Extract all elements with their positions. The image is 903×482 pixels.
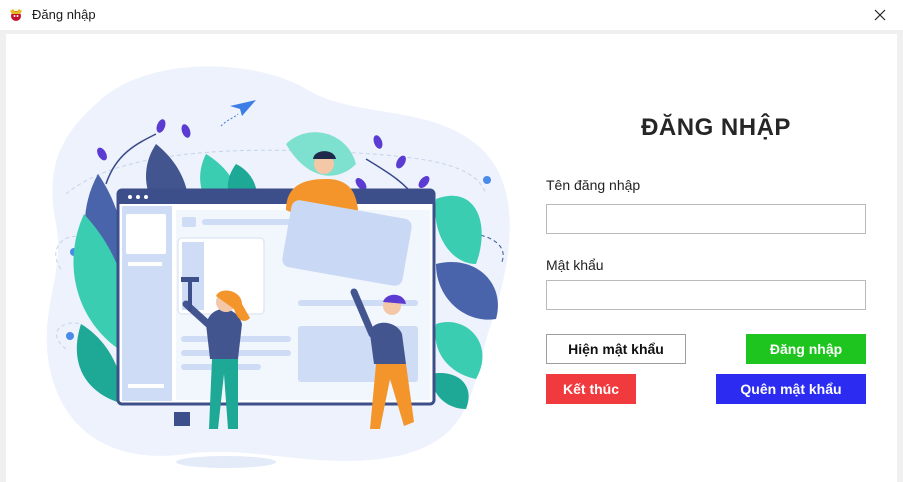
username-label: Tên đăng nhập bbox=[546, 177, 641, 193]
login-heading: ĐĂNG NHẬP bbox=[641, 114, 791, 141]
window-title: Đăng nhập bbox=[32, 7, 96, 22]
login-button[interactable]: Đăng nhập bbox=[746, 334, 866, 364]
username-input[interactable] bbox=[546, 204, 866, 234]
window-client-area: ĐĂNG NHẬP Tên đăng nhập Mật khẩu Hiện mậ… bbox=[6, 34, 897, 482]
forgot-password-button[interactable]: Quên mật khẩu bbox=[716, 374, 866, 404]
password-input[interactable] bbox=[546, 280, 866, 310]
password-label: Mật khẩu bbox=[546, 257, 604, 273]
show-password-button[interactable]: Hiện mật khẩu bbox=[546, 334, 686, 364]
app-logo-icon bbox=[10, 9, 22, 21]
close-icon bbox=[874, 9, 886, 21]
close-button[interactable] bbox=[857, 0, 903, 30]
exit-button[interactable]: Kết thúc bbox=[546, 374, 636, 404]
title-bar: Đăng nhập bbox=[0, 0, 903, 30]
login-illustration bbox=[46, 66, 510, 468]
